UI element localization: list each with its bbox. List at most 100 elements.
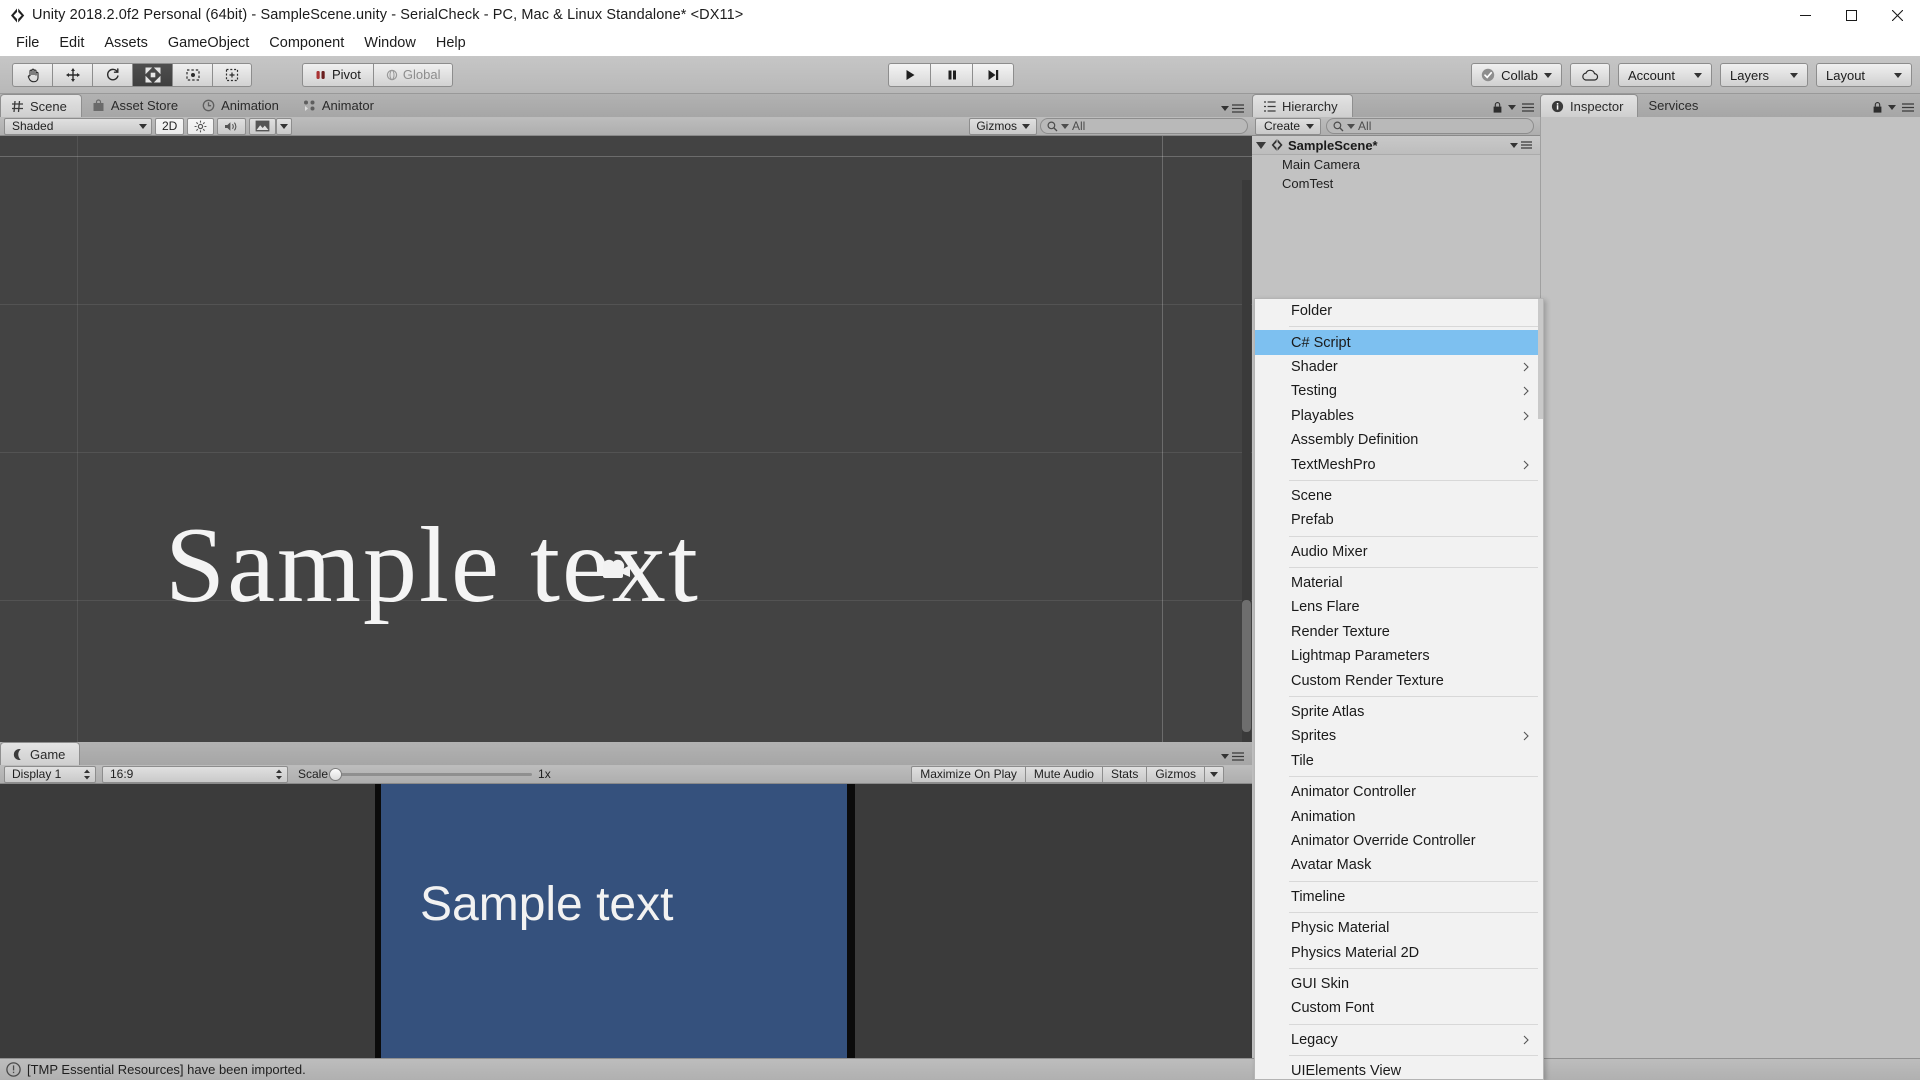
scene-scrollbar-thumb[interactable] <box>1242 600 1251 732</box>
minimize-button[interactable] <box>1782 0 1828 30</box>
toggle-2d-button[interactable]: 2D <box>155 118 184 135</box>
inspector-panel-menu-button[interactable] <box>1873 102 1914 113</box>
hierarchy-item-main-camera[interactable]: Main Camera <box>1252 155 1540 174</box>
context-menu-item[interactable]: Avatar Mask <box>1255 853 1543 877</box>
context-menu-item[interactable]: Shader <box>1255 355 1543 379</box>
context-menu-item[interactable]: Folder <box>1255 299 1543 323</box>
menu-component[interactable]: Component <box>259 32 354 54</box>
pivot-button[interactable]: Pivot <box>302 63 373 87</box>
context-menu-item[interactable]: Animator Override Controller <box>1255 829 1543 853</box>
scene-panel-menu-button[interactable] <box>1221 104 1244 113</box>
tab-hierarchy[interactable]: Hierarchy <box>1252 94 1353 117</box>
hierarchy-item-comtest[interactable]: ComTest <box>1252 174 1540 193</box>
context-menu-item[interactable]: Sprites <box>1255 724 1543 748</box>
hand-tool-button[interactable] <box>12 63 52 87</box>
maximize-on-play-button[interactable]: Maximize On Play <box>911 766 1026 783</box>
layers-button[interactable]: Layers <box>1720 63 1808 87</box>
context-menu-item[interactable]: C# Script <box>1255 330 1543 354</box>
context-menu-item[interactable]: Animator Controller <box>1255 780 1543 804</box>
context-menu-item[interactable]: Render Texture <box>1255 620 1543 644</box>
transform-tool-button[interactable] <box>212 63 252 87</box>
scale-slider[interactable] <box>334 773 532 776</box>
context-menu-item[interactable]: Prefab <box>1255 508 1543 532</box>
context-menu-item[interactable]: Tile <box>1255 749 1543 773</box>
context-menu-item[interactable]: Scene <box>1255 484 1543 508</box>
move-tool-button[interactable] <box>52 63 92 87</box>
tab-services[interactable]: Services <box>1638 94 1712 117</box>
scale-slider-knob[interactable] <box>329 768 342 781</box>
context-menu-item[interactable]: Playables <box>1255 404 1543 428</box>
expand-triangle-icon[interactable] <box>1256 142 1266 149</box>
scene-audio-button[interactable] <box>217 118 246 135</box>
aspect-dropdown[interactable]: 16:9 <box>102 766 288 783</box>
cloud-services-button[interactable] <box>1570 63 1610 87</box>
context-menu-item[interactable]: Custom Font <box>1255 996 1543 1020</box>
maximize-button[interactable] <box>1828 0 1874 30</box>
game-gizmos-dropdown[interactable] <box>1205 766 1224 783</box>
scene-gizmos-button[interactable]: Gizmos <box>969 118 1037 135</box>
context-menu-item[interactable]: TextMeshPro <box>1255 452 1543 476</box>
display-dropdown[interactable]: Display 1 <box>4 766 96 783</box>
context-menu-item[interactable]: Sprite Atlas <box>1255 700 1543 724</box>
hierarchy-scene-row[interactable]: SampleScene* <box>1252 136 1540 155</box>
layout-button[interactable]: Layout <box>1816 63 1912 87</box>
scale-tool-button[interactable] <box>132 63 172 87</box>
context-menu-item[interactable]: Lightmap Parameters <box>1255 644 1543 668</box>
rect-tool-button[interactable] <box>172 63 212 87</box>
menu-help[interactable]: Help <box>426 32 476 54</box>
assets-create-context-menu[interactable]: Folder C# ScriptShaderTestingPlayablesAss… <box>1254 298 1544 1080</box>
context-menu-item[interactable]: Testing <box>1255 379 1543 403</box>
scene-search-input[interactable]: All <box>1040 118 1248 134</box>
step-button[interactable] <box>972 63 1014 87</box>
scene-context-menu-button[interactable] <box>1510 141 1532 149</box>
account-button[interactable]: Account <box>1618 63 1712 87</box>
menu-assets[interactable]: Assets <box>94 32 158 54</box>
menu-file[interactable]: File <box>6 32 49 54</box>
tab-animation[interactable]: Animation <box>192 94 293 117</box>
stats-button[interactable]: Stats <box>1103 766 1147 783</box>
context-menu-item[interactable]: Physics Material 2D <box>1255 940 1543 964</box>
collab-button[interactable]: Collab <box>1471 63 1562 87</box>
context-menu-item[interactable]: Physic Material <box>1255 916 1543 940</box>
draw-mode-dropdown[interactable]: Shaded <box>4 118 152 135</box>
context-menu-item[interactable]: GUI Skin <box>1255 972 1543 996</box>
create-button[interactable]: Create <box>1255 118 1321 135</box>
play-button[interactable] <box>888 63 930 87</box>
hierarchy-search-input[interactable]: All <box>1326 118 1534 134</box>
context-menu-item-label: Animation <box>1291 809 1355 825</box>
game-gizmos-button[interactable]: Gizmos <box>1147 766 1205 783</box>
close-button[interactable] <box>1874 0 1920 30</box>
menu-window[interactable]: Window <box>354 32 426 54</box>
mute-audio-button[interactable]: Mute Audio <box>1026 766 1103 783</box>
scene-effects-dropdown[interactable] <box>276 118 292 135</box>
rotate-tool-button[interactable] <box>92 63 132 87</box>
global-button[interactable]: Global <box>373 63 454 87</box>
pause-button[interactable] <box>930 63 972 87</box>
scene-effects-button[interactable] <box>249 118 276 135</box>
camera-gizmo-icon[interactable] <box>598 556 634 586</box>
context-menu-scrollbar-thumb[interactable] <box>1538 299 1543 419</box>
context-menu-item[interactable]: Legacy <box>1255 1028 1543 1052</box>
context-menu-item[interactable]: Material <box>1255 571 1543 595</box>
tab-asset-store[interactable]: Asset Store <box>82 94 192 117</box>
context-menu-item[interactable]: Assembly Definition <box>1255 428 1543 452</box>
tab-game[interactable]: Game <box>0 742 80 765</box>
scene-lighting-button[interactable] <box>187 118 214 135</box>
tab-scene[interactable]: Scene <box>0 94 82 117</box>
context-menu-item[interactable]: Audio Mixer <box>1255 540 1543 564</box>
menu-gameobject[interactable]: GameObject <box>158 32 259 54</box>
context-menu-item[interactable]: Lens Flare <box>1255 595 1543 619</box>
tab-inspector[interactable]: Inspector <box>1540 94 1638 117</box>
context-menu-item[interactable]: UIElements View <box>1255 1059 1543 1080</box>
scene-vertical-scrollbar[interactable] <box>1242 180 1251 744</box>
scene-view-canvas[interactable]: Sample text <box>0 136 1252 749</box>
context-menu-item[interactable]: Custom Render Texture <box>1255 668 1543 692</box>
menu-edit[interactable]: Edit <box>49 32 94 54</box>
context-menu-item[interactable]: Timeline <box>1255 885 1543 909</box>
context-menu-scrollbar[interactable] <box>1538 299 1543 1080</box>
hierarchy-panel-menu-button[interactable] <box>1493 102 1534 113</box>
tab-animator[interactable]: Animator <box>293 94 388 117</box>
statusbar[interactable]: [TMP Essential Resources] have been impo… <box>0 1058 1920 1080</box>
game-panel-menu-button[interactable] <box>1221 752 1244 761</box>
context-menu-item[interactable]: Animation <box>1255 804 1543 828</box>
